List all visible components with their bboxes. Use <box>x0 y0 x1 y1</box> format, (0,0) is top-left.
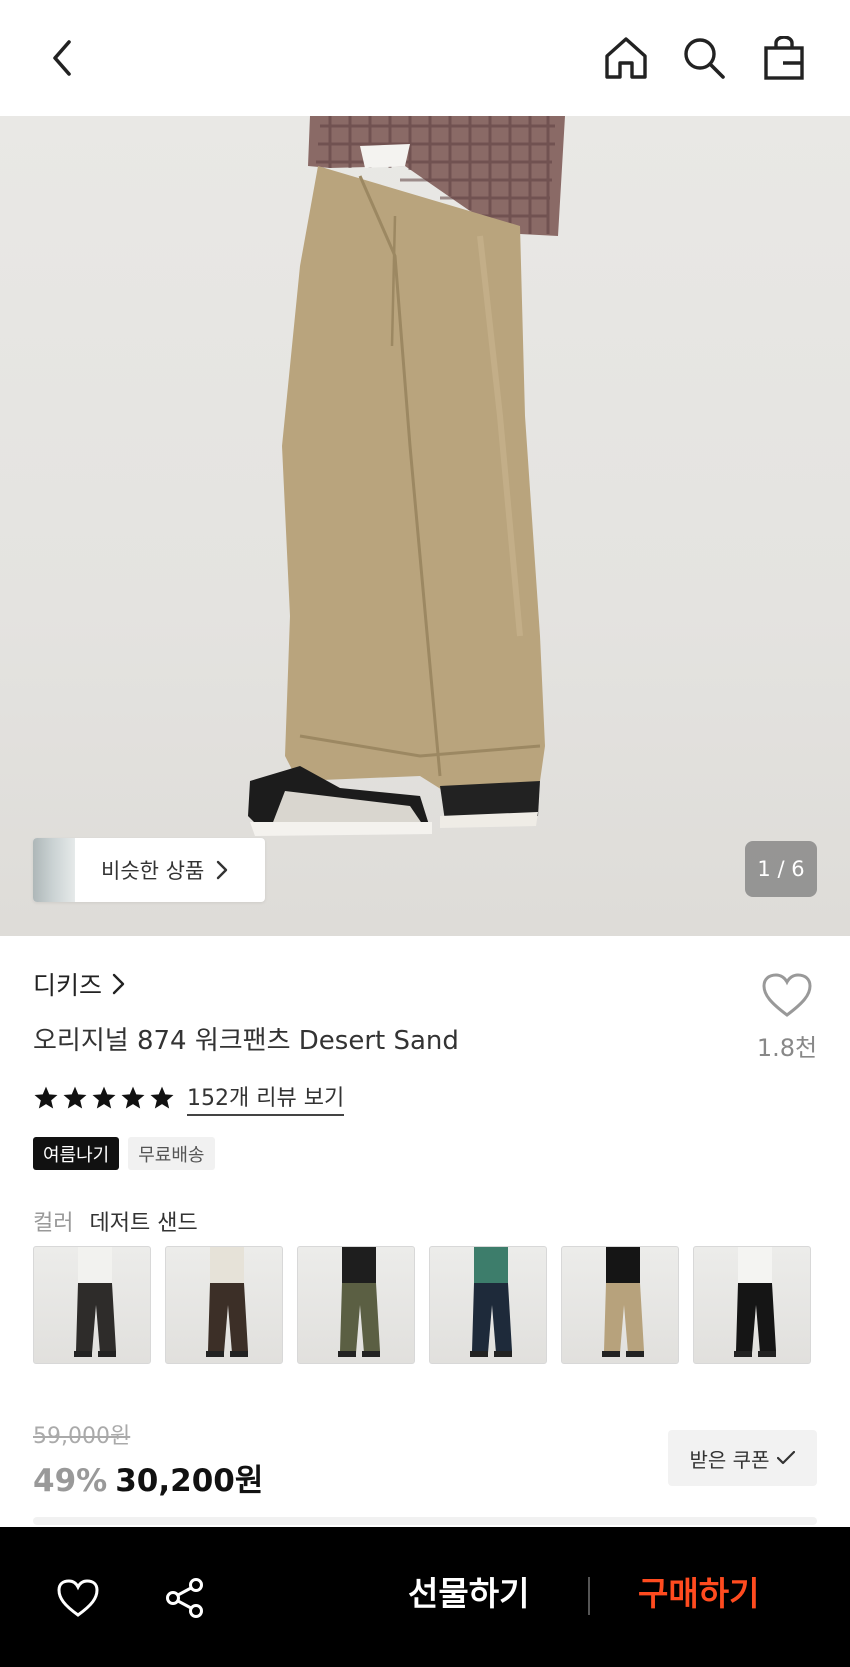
similar-products-label: 비슷한 상품 <box>101 859 205 883</box>
star-icon <box>34 1086 58 1109</box>
buy-button[interactable]: 구매하기 <box>638 1567 759 1615</box>
shopping-bag-icon <box>764 36 804 80</box>
share-icon <box>166 1578 203 1618</box>
similar-product-thumbnail <box>33 838 75 902</box>
gift-button[interactable]: 선물하기 <box>408 1567 529 1615</box>
chevron-left-icon <box>53 40 71 76</box>
coupon-label: 받은 쿠폰 <box>689 1447 770 1472</box>
heart-icon <box>57 1579 99 1617</box>
search-icon <box>684 38 725 79</box>
rating-row: 152개 리뷰 보기 <box>33 1080 345 1116</box>
color-swatch[interactable] <box>165 1246 283 1364</box>
reviews-link[interactable]: 152개 리뷰 보기 <box>187 1080 345 1116</box>
check-icon <box>777 1451 796 1465</box>
product-photo <box>248 116 565 836</box>
wishlist-button[interactable] <box>53 1573 103 1623</box>
section-divider <box>33 1517 817 1525</box>
color-swatch[interactable] <box>693 1246 811 1364</box>
color-swatch-list <box>33 1246 811 1364</box>
coupon-button[interactable]: 받은 쿠폰 <box>668 1430 817 1486</box>
product-image-carousel[interactable]: 비슷한 상품 1 / 6 <box>0 116 850 936</box>
share-button[interactable] <box>160 1573 210 1623</box>
brand-link[interactable]: 디키즈 <box>33 966 125 1002</box>
color-swatch[interactable] <box>297 1246 415 1364</box>
swatch-figure <box>602 1247 644 1357</box>
discount-rate: 49% <box>33 1463 108 1499</box>
original-price: 59,000원 <box>33 1424 131 1449</box>
button-separator <box>588 1577 590 1615</box>
star-icon <box>63 1086 87 1109</box>
image-counter: 1 / 6 <box>745 841 817 897</box>
color-row: 컬러 데저트 샌드 <box>33 1205 198 1237</box>
rating-stars <box>33 1085 175 1111</box>
price-row: 49% 30,200원 <box>33 1455 263 1500</box>
color-swatch[interactable] <box>33 1246 151 1364</box>
color-label: 컬러 <box>33 1211 74 1236</box>
home-icon <box>605 37 647 79</box>
brand-name: 디키즈 <box>33 971 103 1000</box>
cart-button[interactable] <box>756 30 812 86</box>
star-icon <box>92 1086 116 1109</box>
swatch-figure <box>206 1247 248 1357</box>
swatch-figure <box>470 1247 512 1357</box>
color-value: 데저트 샌드 <box>89 1211 198 1236</box>
similar-products-button[interactable]: 비슷한 상품 <box>33 838 265 902</box>
color-swatch[interactable] <box>429 1246 547 1364</box>
chevron-right-icon <box>112 973 125 995</box>
back-button[interactable] <box>34 30 90 86</box>
product-title: 오리지널 874 워크팬츠 Desert Sand <box>33 1026 459 1056</box>
star-icon <box>121 1086 145 1109</box>
swatch-figure <box>734 1247 776 1357</box>
tag-summer: 여름나기 <box>33 1137 120 1170</box>
swatch-figure <box>338 1247 380 1357</box>
bottom-action-bar: 선물하기 구매하기 <box>0 1527 850 1667</box>
heart-icon <box>762 973 812 1017</box>
search-button[interactable] <box>676 30 732 86</box>
swatch-figure <box>74 1247 116 1357</box>
top-bar <box>0 0 850 116</box>
like-count: 1.8천 <box>756 1034 818 1062</box>
like-button[interactable]: 1.8천 <box>752 972 822 1063</box>
sale-price: 30,200원 <box>115 1463 264 1499</box>
color-swatch[interactable] <box>561 1246 679 1364</box>
chevron-right-icon <box>216 860 228 880</box>
home-button[interactable] <box>598 30 654 86</box>
tag-list: 여름나기 무료배송 <box>33 1137 215 1170</box>
star-icon <box>150 1086 174 1109</box>
tag-free-shipping: 무료배송 <box>128 1137 215 1170</box>
